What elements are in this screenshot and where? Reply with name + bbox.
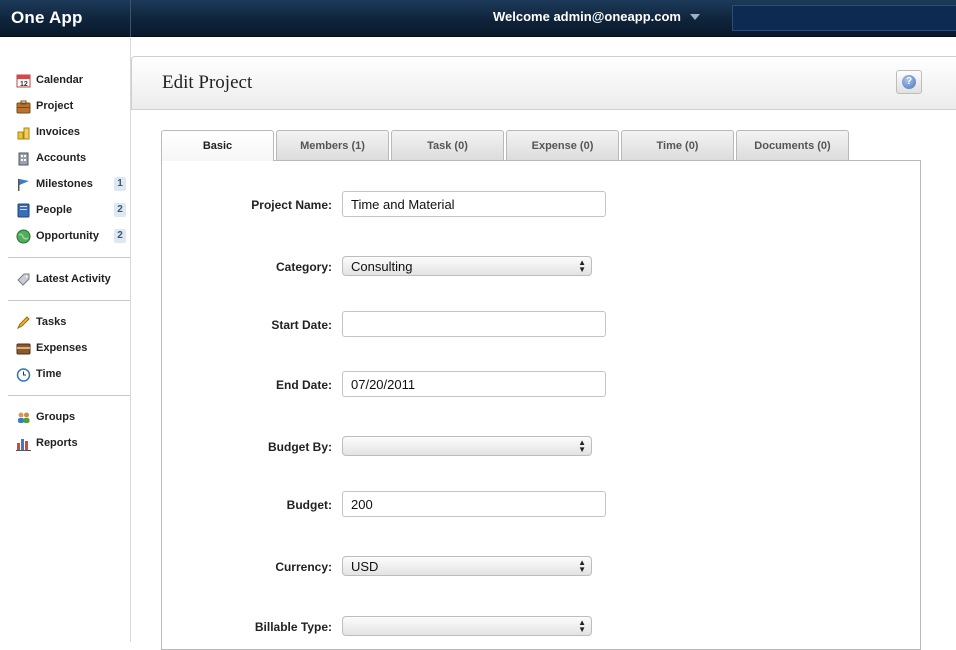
wallet-icon — [16, 341, 31, 356]
pencil-icon — [16, 315, 31, 330]
sidebar-item-time[interactable]: Time — [0, 361, 130, 387]
start-date-label: Start Date: — [271, 318, 332, 332]
page-header: Edit Project ? — [131, 56, 956, 110]
form-row-start-date: Start Date: — [162, 311, 922, 339]
globe-icon — [16, 229, 31, 244]
budget-by-label: Budget By: — [268, 440, 332, 454]
sidebar-item-label: Time — [36, 368, 62, 380]
billable-type-select[interactable]: ▲ ▼ — [342, 616, 592, 636]
end-date-label: End Date: — [275, 378, 332, 392]
sidebar-item-expenses[interactable]: Expenses — [0, 335, 130, 361]
sidebar-item-label: Tasks — [36, 316, 67, 328]
clock-icon — [16, 367, 31, 382]
sidebar-divider — [8, 395, 130, 396]
tab-task[interactable]: Task (0) — [391, 130, 504, 160]
budget-by-select[interactable]: ▲ ▼ — [342, 436, 592, 456]
form-row-budget: Budget: 200 — [162, 491, 922, 519]
bar-chart-icon — [16, 436, 31, 451]
count-badge: 2 — [114, 203, 126, 217]
tab-basic[interactable]: Basic — [161, 130, 274, 161]
sidebar-item-label: Project — [36, 100, 74, 112]
form-row-end-date: End Date: 07/20/2011 — [162, 371, 922, 399]
budget-input[interactable]: 200 — [342, 491, 606, 517]
flag-icon — [16, 177, 31, 192]
sidebar-item-label: People — [36, 204, 73, 216]
coins-icon — [16, 125, 31, 140]
address-book-icon — [16, 203, 31, 218]
project-name-label: Project Name: — [251, 198, 332, 212]
sidebar-item-groups[interactable]: Groups — [0, 404, 130, 430]
currency-select[interactable]: USD ▲ ▼ — [342, 556, 592, 576]
tab-expense[interactable]: Expense (0) — [506, 130, 619, 160]
svg-text:12: 12 — [20, 81, 28, 88]
sidebar-item-label: Accounts — [36, 152, 87, 164]
tab-time[interactable]: Time (0) — [621, 130, 734, 160]
search-input[interactable] — [732, 5, 956, 31]
count-badge: 2 — [114, 229, 126, 243]
sidebar-item-accounts[interactable]: Accounts — [0, 145, 130, 171]
app-logo[interactable]: One App — [0, 0, 131, 37]
sidebar-item-label: Invoices — [36, 126, 81, 138]
chevron-down-icon[interactable] — [690, 14, 700, 20]
form-row-currency: Currency: USD ▲ ▼ — [162, 553, 922, 581]
currency-label: Currency: — [275, 560, 332, 574]
users-icon — [16, 410, 31, 425]
count-badge: 1 — [114, 177, 126, 191]
sidebar-item-people[interactable]: People 2 — [0, 197, 130, 223]
sidebar-item-milestones[interactable]: Milestones 1 — [0, 171, 130, 197]
sidebar-item-label: Latest Activity — [36, 273, 111, 285]
sidebar-group-activity: Latest Activity — [0, 266, 130, 292]
category-select[interactable]: Consulting ▲ ▼ — [342, 256, 592, 276]
sidebar-item-label: Reports — [36, 437, 78, 449]
sidebar-divider — [8, 300, 130, 301]
tab-documents[interactable]: Documents (0) — [736, 130, 849, 160]
tag-icon — [16, 272, 31, 287]
form-row-budget-by: Budget By: ▲ ▼ — [162, 433, 922, 461]
sidebar-group-work: Tasks Expenses Time — [0, 309, 130, 387]
form-row-billable-type: Billable Type: ▲ ▼ — [162, 613, 922, 641]
help-button[interactable]: ? — [896, 70, 922, 94]
select-arrows-icon: ▲ ▼ — [578, 558, 586, 574]
select-arrows-icon: ▲ ▼ — [578, 438, 586, 454]
budget-label: Budget: — [286, 498, 332, 512]
sidebar-item-opportunity[interactable]: Opportunity 2 — [0, 223, 130, 249]
sidebar-item-label: Groups — [36, 411, 76, 423]
start-date-input[interactable] — [342, 311, 606, 337]
sidebar-group-admin: Groups Reports — [0, 404, 130, 456]
sidebar-item-label: Expenses — [36, 342, 88, 354]
category-value: Consulting — [351, 259, 413, 274]
select-arrows-icon: ▲ ▼ — [578, 258, 586, 274]
category-label: Category: — [275, 260, 332, 274]
page-title: Edit Project — [162, 72, 253, 93]
sidebar-group-main: 12 Calendar Project Invoices Accounts Mi… — [0, 67, 130, 249]
sidebar-item-label: Calendar — [36, 74, 84, 86]
sidebar-item-project[interactable]: Project — [0, 93, 130, 119]
sidebar-divider — [8, 257, 130, 258]
end-date-input[interactable]: 07/20/2011 — [342, 371, 606, 397]
project-name-input[interactable]: Time and Material — [342, 191, 606, 217]
calendar-icon: 12 — [16, 73, 31, 88]
project-form: Project Name: Time and Material Category… — [161, 160, 921, 650]
sidebar-item-reports[interactable]: Reports — [0, 430, 130, 456]
form-row-category: Category: Consulting ▲ ▼ — [162, 253, 922, 281]
currency-value: USD — [351, 559, 379, 574]
sidebar-item-label: Milestones — [36, 178, 93, 190]
welcome-user-menu[interactable]: Welcome admin@oneapp.com — [493, 0, 681, 37]
tab-members[interactable]: Members (1) — [276, 130, 389, 160]
help-icon: ? — [902, 75, 916, 89]
sidebar-item-calendar[interactable]: 12 Calendar — [0, 67, 130, 93]
sidebar-item-latest-activity[interactable]: Latest Activity — [0, 266, 130, 292]
sidebar-item-invoices[interactable]: Invoices — [0, 119, 130, 145]
sidebar-item-tasks[interactable]: Tasks — [0, 309, 130, 335]
select-arrows-icon: ▲ ▼ — [578, 618, 586, 634]
building-icon — [16, 151, 31, 166]
billable-type-label: Billable Type: — [254, 620, 332, 634]
sidebar: 12 Calendar Project Invoices Accounts Mi… — [0, 38, 131, 642]
sidebar-item-label: Opportunity — [36, 230, 99, 242]
briefcase-icon — [16, 99, 31, 114]
top-bar: One App Welcome admin@oneapp.com — [0, 0, 956, 37]
form-row-project-name: Project Name: Time and Material — [162, 191, 922, 219]
